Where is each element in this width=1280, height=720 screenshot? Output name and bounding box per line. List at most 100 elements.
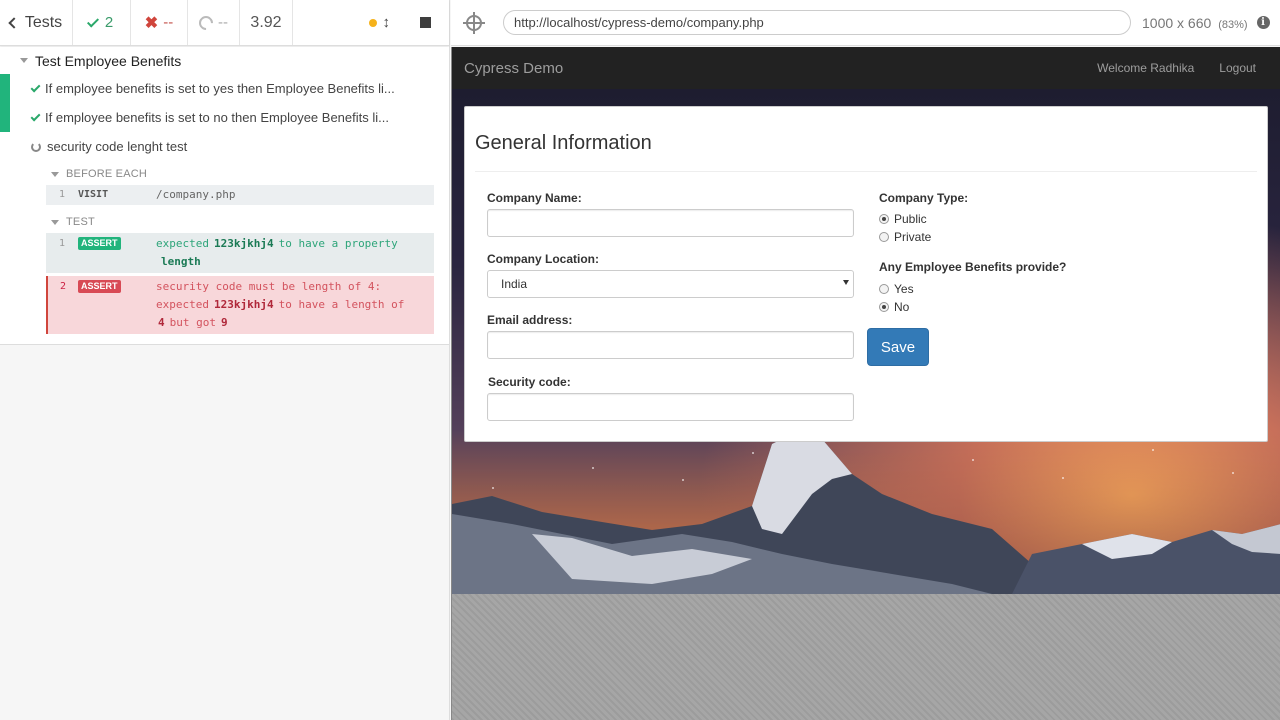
- email-input[interactable]: [487, 331, 854, 359]
- runnables-list: Test Employee Benefits If employee benef…: [0, 47, 449, 345]
- msg-highlight: 123kjkhj4: [213, 237, 274, 250]
- msg-highlight: 9: [220, 316, 228, 329]
- email-label: Email address:: [487, 313, 573, 327]
- save-button[interactable]: Save: [867, 328, 929, 366]
- collapse-triangle-icon: [20, 58, 28, 63]
- test-title: If employee benefits is set to yes then …: [45, 81, 395, 96]
- msg-part: to have a property: [278, 237, 398, 250]
- tests-label: Tests: [24, 13, 63, 31]
- back-to-tests-button[interactable]: Tests: [0, 0, 73, 45]
- hook-before-each[interactable]: BEFORE EACH: [46, 163, 434, 185]
- hook-label: TEST: [66, 216, 95, 228]
- command-name-wrap: ASSERT: [78, 278, 156, 332]
- company-name-label: Company Name:: [487, 191, 582, 205]
- viewport-scale: (83%): [1218, 18, 1248, 31]
- radio-label: Yes: [894, 282, 914, 296]
- app-page: Cypress Demo Welcome Radhika Logout Gene…: [452, 47, 1280, 594]
- panel-title: General Information: [475, 132, 652, 154]
- pending-count: --: [188, 0, 240, 45]
- command-message: /company.php: [156, 188, 236, 201]
- company-location-value: India: [501, 277, 528, 291]
- divider: [475, 171, 1257, 172]
- caret-down-icon: [843, 280, 849, 285]
- stats-bar: Tests 2 ✖ -- -- 3.92 ↕: [0, 0, 449, 46]
- failed-value: --: [163, 14, 174, 31]
- auto-scroll-toggle-icon[interactable]: ↕: [383, 14, 391, 31]
- failed-count: ✖ --: [131, 0, 188, 45]
- test-item[interactable]: If employee benefits is set to yes then …: [0, 74, 449, 103]
- selector-playground-crosshair-icon[interactable]: [463, 11, 485, 34]
- benefits-no-radio[interactable]: No: [879, 300, 909, 314]
- company-location-select[interactable]: India: [487, 270, 854, 298]
- pending-value: --: [218, 14, 228, 31]
- nav-right: Welcome Radhika Logout: [1097, 61, 1256, 75]
- command-message: expected 123kjkhj4 to have a property lengt…: [156, 235, 434, 271]
- msg-part: expected: [156, 237, 209, 250]
- passed-count: 2: [73, 0, 131, 45]
- msg-highlight: 123kjkhj4: [213, 298, 274, 311]
- hooks-container: BEFORE EACH 1 VISIT /company.php TEST 1 …: [46, 163, 434, 334]
- stop-icon[interactable]: [420, 17, 431, 28]
- company-type-private-radio[interactable]: Private: [879, 230, 931, 244]
- radio-label: Public: [894, 212, 927, 226]
- radio-icon: [879, 232, 889, 242]
- company-type-public-radio[interactable]: Public: [879, 212, 927, 226]
- x-icon: ✖: [144, 14, 159, 32]
- reporter-panel: Tests 2 ✖ -- -- 3.92 ↕ Test Employee Ben…: [0, 0, 450, 720]
- command-assert-passed[interactable]: 1 ASSERT expected 123kjkhj4 to have a prop…: [46, 233, 434, 273]
- radio-label: Private: [894, 230, 932, 244]
- test-item-running[interactable]: security code lenght test: [0, 132, 449, 161]
- info-icon[interactable]: i: [1256, 16, 1270, 29]
- logout-link[interactable]: Logout: [1219, 61, 1256, 75]
- chevron-left-icon: [8, 16, 20, 29]
- radio-label: No: [894, 300, 910, 314]
- radio-selected-icon: [879, 214, 889, 224]
- viewport-size: 1000 x 660 (83%): [1142, 15, 1248, 31]
- company-name-input[interactable]: [487, 209, 854, 237]
- company-location-label: Company Location:: [487, 252, 600, 266]
- benefits-yes-radio[interactable]: Yes: [879, 282, 914, 296]
- msg-part: to have a length of: [278, 298, 405, 311]
- brand-link[interactable]: Cypress Demo: [464, 60, 563, 77]
- assert-badge: ASSERT: [78, 280, 121, 293]
- command-number: 2: [59, 281, 67, 292]
- benefits-label: Any Employee Benefits provide?: [879, 260, 1067, 274]
- command-visit[interactable]: 1 VISIT /company.php: [46, 185, 434, 205]
- general-information-panel: General Information Company Name: Compan…: [464, 106, 1268, 442]
- msg-highlight: length: [161, 255, 201, 268]
- url-bar[interactable]: http://localhost/cypress-demo/company.ph…: [503, 10, 1131, 35]
- passed-value: 2: [104, 14, 114, 31]
- aut-iframe: Cypress Demo Welcome Radhika Logout Gene…: [451, 47, 1280, 720]
- aut-header: http://localhost/cypress-demo/company.ph…: [451, 0, 1280, 46]
- radio-icon: [879, 284, 889, 294]
- welcome-link[interactable]: Welcome Radhika: [1097, 61, 1194, 75]
- test-title: security code lenght test: [47, 139, 188, 154]
- test-item[interactable]: If employee benefits is set to no then E…: [0, 103, 449, 132]
- command-number: 1: [58, 238, 66, 249]
- security-code-label: Security code:: [488, 375, 571, 389]
- radio-selected-icon: [879, 302, 889, 312]
- suite-title-text: Test Employee Benefits: [35, 52, 182, 69]
- pending-circle-icon: [196, 12, 216, 33]
- app-navbar: Cypress Demo Welcome Radhika Logout: [452, 47, 1280, 89]
- run-controls: ↕: [293, 0, 449, 45]
- msg-highlight: 4: [158, 316, 165, 329]
- command-number: 1: [58, 189, 66, 200]
- company-type-label: Company Type:: [879, 191, 969, 205]
- collapse-triangle-icon: [51, 219, 59, 225]
- command-assert-failed[interactable]: 2 ASSERT security code must be length of…: [46, 276, 434, 334]
- refresh-spinner-icon: [31, 141, 41, 152]
- test-title: If employee benefits is set to no then E…: [45, 110, 389, 125]
- check-icon: [86, 14, 99, 28]
- command-message: security code must be length of 4: expec…: [156, 278, 434, 332]
- viewport-dimensions: 1000 x 660: [1142, 14, 1212, 31]
- check-icon: [30, 82, 41, 92]
- check-icon: [30, 111, 41, 121]
- hook-test[interactable]: TEST: [46, 211, 434, 233]
- mountain-background: [452, 434, 1280, 594]
- msg-part: but got: [169, 316, 216, 329]
- hook-label: BEFORE EACH: [66, 168, 148, 180]
- collapse-triangle-icon: [51, 171, 59, 177]
- security-code-input[interactable]: [487, 393, 854, 421]
- suite-title[interactable]: Test Employee Benefits: [0, 47, 449, 74]
